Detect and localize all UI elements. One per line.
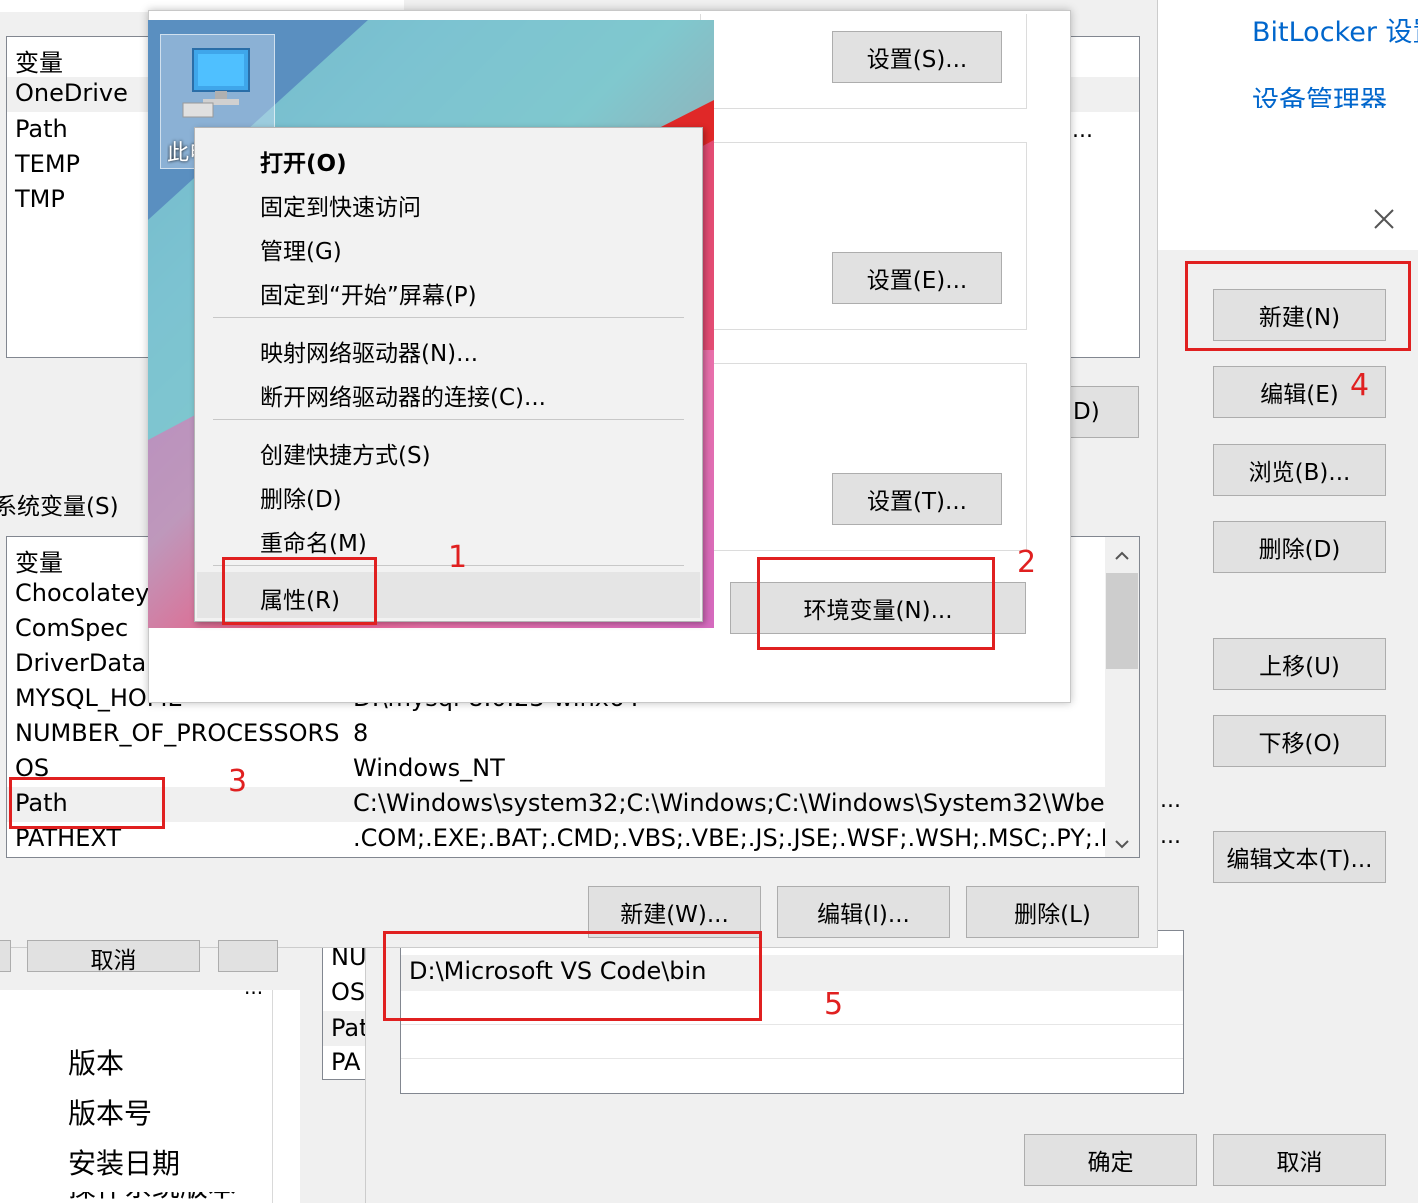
chevron-up-icon[interactable] (1114, 547, 1130, 566)
menu-create-shortcut[interactable]: 创建快捷方式(S) (260, 436, 431, 470)
annotation-1: 1 (448, 540, 468, 575)
annotation-box-properties (222, 557, 377, 625)
system-vars-title: 系统变量(S) (0, 494, 119, 520)
side-ellipsis-1: ... (1160, 788, 1181, 813)
move-up-button[interactable]: 上移(U) (1213, 638, 1386, 690)
background-var-os: OS (331, 978, 366, 1006)
system-vars-scrollbar[interactable] (1105, 537, 1139, 857)
about-install-date: 安装日期 (68, 1147, 181, 1180)
annotation-box-path (9, 777, 165, 829)
about-version: 版本 (68, 1047, 125, 1080)
background-right-button[interactable] (218, 940, 278, 972)
annotation-2: 2 (1017, 545, 1037, 580)
path-entry-empty[interactable] (401, 1024, 1183, 1059)
background-var-pa: PA (331, 1048, 361, 1076)
performance-settings-button[interactable]: 设置(S)... (832, 31, 1002, 83)
user-vars-header[interactable]: 变量 (15, 43, 63, 78)
user-var-row-temp[interactable]: TEMP (15, 150, 80, 178)
startup-settings-button[interactable]: 设置(T)... (832, 473, 1002, 525)
cancel-button[interactable]: 取消 (1213, 1134, 1386, 1186)
sysvar-row-path-selected[interactable]: Path C:\Windows\system32;C:\Windows;C:\W… (7, 787, 1128, 822)
move-down-button[interactable]: 下移(O) (1213, 715, 1386, 767)
annotation-4: 4 (1350, 368, 1370, 403)
background-cancel-button[interactable]: 取消 (27, 940, 200, 972)
sys-delete-button[interactable]: 删除(L) (966, 886, 1139, 938)
menu-separator (213, 317, 684, 318)
menu-delete[interactable]: 删除(D) (260, 480, 342, 514)
bitlocker-link[interactable]: BitLocker 设置 (1252, 10, 1418, 49)
sysvar-row[interactable]: PATHEXT .COM;.EXE;.BAT;.CMD;.VBS;.VBE;.J… (7, 822, 1139, 857)
about-os-build: 操作系统版本 (68, 1192, 236, 1203)
profile-settings-button[interactable]: 设置(E)... (832, 252, 1002, 304)
about-build: 版本号 (68, 1097, 153, 1130)
scrollbar-thumb[interactable] (1106, 573, 1138, 669)
menu-separator (213, 419, 684, 420)
sysvar-row[interactable]: NUMBER_OF_PROCESSORS 8 (7, 717, 1105, 752)
delete-path-button[interactable]: 删除(D) (1213, 521, 1386, 573)
close-icon[interactable] (1369, 204, 1399, 234)
computer-icon (179, 43, 259, 127)
user-var-row-path[interactable]: Path (15, 115, 68, 143)
background-left-button[interactable] (0, 940, 11, 972)
menu-map-drive[interactable]: 映射网络驱动器(N)... (260, 334, 478, 368)
menu-disconnect-drive[interactable]: 断开网络驱动器的连接(C)... (260, 378, 546, 412)
device-manager-link[interactable]: 设备管理器 (1252, 86, 1418, 108)
browse-button[interactable]: 浏览(B)... (1213, 444, 1386, 496)
annotation-3: 3 (228, 764, 248, 799)
about-panel: 版本 版本号 安装日期 操作系统版本 (20, 990, 272, 1203)
annotation-5: 5 (824, 987, 844, 1022)
side-ellipsis-2: ... (1160, 824, 1181, 849)
edit-text-button[interactable]: 编辑文本(T)... (1213, 831, 1386, 883)
menu-pin-start[interactable]: 固定到“开始”屏幕(P) (260, 276, 477, 310)
system-vars-header[interactable]: 变量 (15, 543, 63, 578)
user-list-ellipsis: ... (1072, 118, 1093, 143)
annotation-box-new (1185, 261, 1411, 351)
user-delete-button-partial[interactable]: D) (1070, 386, 1139, 438)
menu-rename[interactable]: 重命名(M) (260, 524, 367, 558)
chevron-down-icon[interactable] (1114, 835, 1130, 854)
menu-open[interactable]: 打开(O) (260, 144, 347, 178)
annotation-box-env-vars (757, 557, 995, 650)
ok-button[interactable]: 确定 (1024, 1134, 1197, 1186)
menu-pin-quick-access[interactable]: 固定到快速访问 (260, 188, 421, 222)
annotation-box-new-entry (383, 931, 762, 1021)
user-var-row-tmp[interactable]: TMP (15, 185, 65, 213)
sysvar-row[interactable]: OS Windows_NT (7, 752, 1105, 787)
menu-manage[interactable]: 管理(G) (260, 232, 342, 266)
about-divider (272, 990, 273, 1203)
sys-edit-button[interactable]: 编辑(I)... (777, 886, 950, 938)
